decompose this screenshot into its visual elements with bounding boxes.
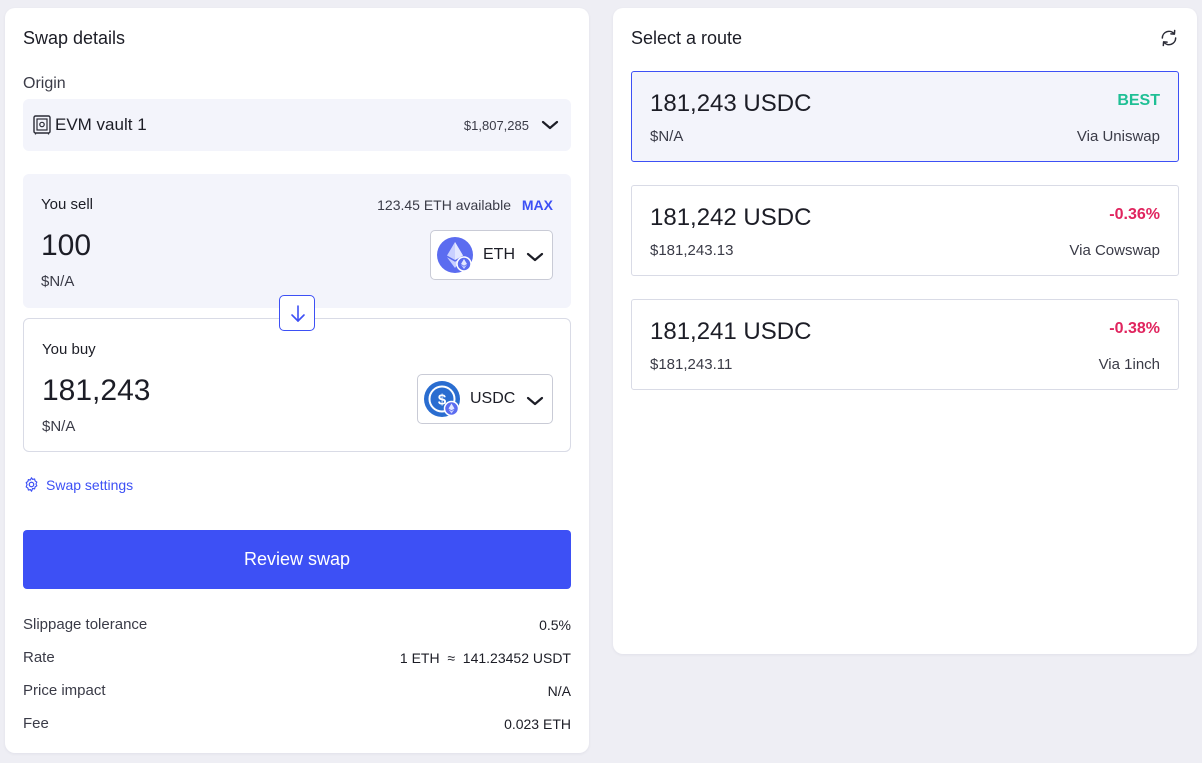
buy-label: You buy bbox=[42, 341, 96, 358]
buy-usd-value: $N/A bbox=[42, 418, 76, 435]
panel-title: Swap details bbox=[23, 28, 126, 48]
detail-value: 0.5% bbox=[539, 617, 571, 633]
route-option-cowswap[interactable]: 181,242 USDC -0.36% $181,243.13 Via Cows… bbox=[631, 185, 1179, 276]
gear-icon bbox=[25, 477, 38, 492]
detail-key: Fee bbox=[23, 715, 49, 732]
route-usd: $N/A bbox=[650, 128, 684, 145]
swap-settings-label: Swap settings bbox=[46, 477, 134, 493]
eth-token-icon bbox=[437, 237, 473, 273]
route-via: Via Uniswap bbox=[1076, 128, 1160, 145]
sell-usd-value: $N/A bbox=[41, 273, 75, 290]
buy-amount: 181,243 bbox=[42, 374, 151, 407]
route-usd: $181,243.13 bbox=[650, 242, 734, 259]
detail-key: Rate bbox=[23, 649, 55, 666]
route-amount: 181,241 USDC bbox=[650, 318, 812, 345]
route-diff: -0.38% bbox=[1109, 320, 1160, 337]
sell-amount-input[interactable]: 100 bbox=[41, 229, 91, 263]
swap-details-panel: Swap details Origin EVM vault 1 $1,807,2… bbox=[5, 8, 589, 753]
max-button[interactable]: MAX bbox=[522, 197, 553, 213]
detail-slippage: Slippage tolerance 0.5% bbox=[23, 616, 571, 636]
usdc-token-icon: $ bbox=[424, 381, 460, 417]
detail-price-impact: Price impact N/A bbox=[23, 682, 571, 702]
vault-icon bbox=[33, 115, 51, 135]
chevron-down-icon bbox=[541, 120, 559, 130]
vault-balance: $1,807,285 bbox=[463, 118, 529, 133]
route-usd: $181,243.11 bbox=[650, 356, 733, 373]
route-panel: Select a route 181,243 USDC BEST $N/A Vi… bbox=[613, 8, 1197, 654]
route-via: Via Cowswap bbox=[1069, 242, 1160, 259]
available-balance: 123.45 ETH available bbox=[377, 197, 511, 213]
sell-section: You sell 123.45 ETH available MAX 100 $N… bbox=[23, 174, 571, 308]
route-diff: -0.36% bbox=[1109, 206, 1160, 223]
route-amount: 181,242 USDC bbox=[650, 204, 812, 231]
refresh-icon[interactable] bbox=[1159, 28, 1179, 48]
sell-token-name: ETH bbox=[483, 246, 515, 263]
detail-fee: Fee 0.023 ETH bbox=[23, 715, 571, 735]
route-option-uniswap[interactable]: 181,243 USDC BEST $N/A Via Uniswap bbox=[631, 71, 1179, 162]
review-swap-button[interactable]: Review swap bbox=[23, 530, 571, 589]
detail-value: N/A bbox=[547, 683, 571, 699]
detail-value: 1 ETH ≈ 141.23452 USDT bbox=[399, 650, 571, 666]
detail-rate: Rate 1 ETH ≈ 141.23452 USDT bbox=[23, 649, 571, 669]
arrow-down-icon bbox=[291, 305, 305, 322]
buy-section: You buy 181,243 $N/A $ USDC bbox=[23, 318, 571, 452]
origin-label: Origin bbox=[23, 75, 66, 92]
route-via: Via 1inch bbox=[1098, 356, 1160, 373]
chevron-down-icon bbox=[526, 252, 544, 262]
route-amount: 181,243 USDC bbox=[650, 90, 812, 117]
panel-title: Select a route bbox=[631, 28, 743, 48]
detail-key: Price impact bbox=[23, 682, 106, 699]
sell-token-select[interactable]: ETH bbox=[430, 230, 553, 280]
swap-direction-button[interactable] bbox=[279, 295, 315, 331]
detail-key: Slippage tolerance bbox=[23, 616, 148, 633]
vault-name: EVM vault 1 bbox=[55, 115, 147, 134]
sell-label: You sell bbox=[41, 196, 93, 213]
origin-vault-select[interactable]: EVM vault 1 $1,807,285 bbox=[23, 99, 571, 151]
buy-token-name: USDC bbox=[470, 390, 516, 407]
best-badge: BEST bbox=[1117, 92, 1160, 109]
detail-value: 0.023 ETH bbox=[504, 716, 571, 732]
buy-token-select[interactable]: $ USDC bbox=[417, 374, 553, 424]
chevron-down-icon bbox=[526, 396, 544, 406]
route-option-1inch[interactable]: 181,241 USDC -0.38% $181,243.11 Via 1inc… bbox=[631, 299, 1179, 390]
